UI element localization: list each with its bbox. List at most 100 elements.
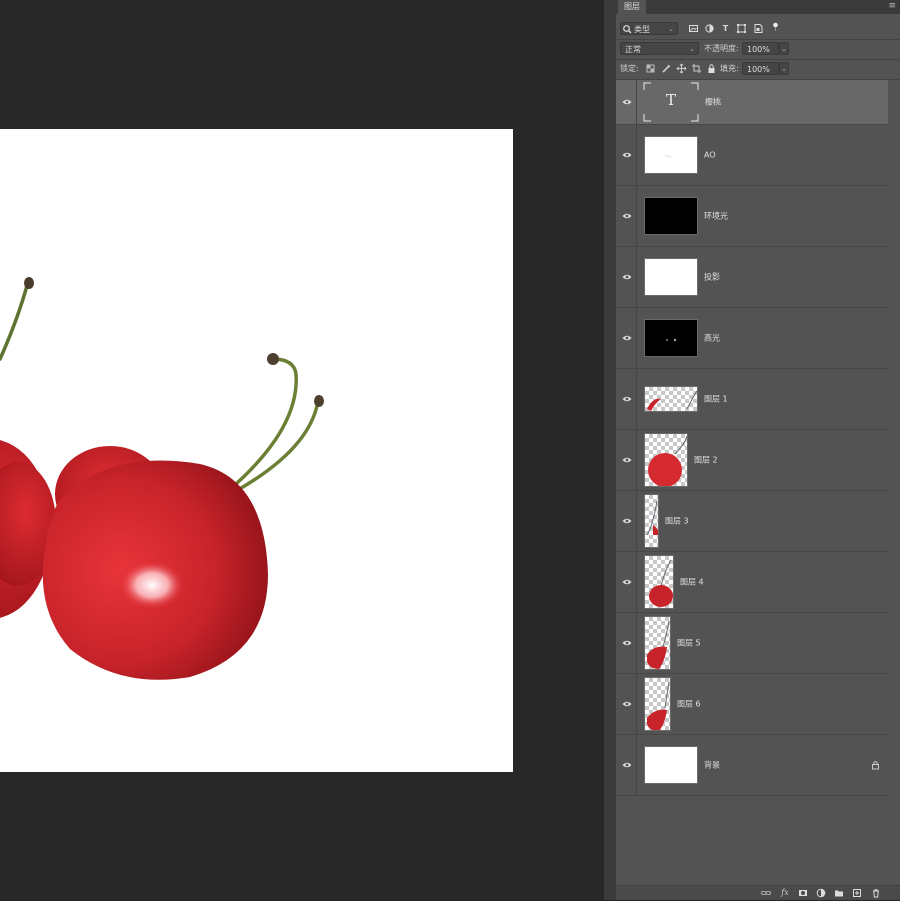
panel-tab-bar: 图层 ≡ [616, 0, 900, 14]
layers-bottom-toolbar: fx [616, 885, 900, 900]
fill-dropdown-button[interactable]: ⌄ [779, 62, 789, 75]
layer-name[interactable]: AO [704, 151, 716, 160]
highlight-thumbnail-marks [666, 338, 677, 342]
lock-icon[interactable] [871, 761, 880, 770]
layer-row-图层-6[interactable]: 图层 6 [616, 674, 888, 735]
layer-thumbnail[interactable] [644, 136, 698, 174]
panel-menu-icon[interactable]: ≡ [888, 2, 896, 11]
layer-row-环境光[interactable]: 环境光 [616, 186, 888, 247]
delete-layer-icon[interactable] [871, 888, 881, 898]
visibility-eye-icon[interactable] [622, 762, 632, 769]
filter-kind-select[interactable]: 类型 ⌄ [620, 22, 678, 35]
layer-name[interactable]: 环境光 [704, 211, 728, 222]
layer-thumbnail[interactable] [644, 616, 671, 670]
text-layer-thumbnail[interactable]: T [643, 82, 699, 122]
layer-name[interactable]: 图层 2 [694, 455, 718, 466]
smart-object-filter-icon[interactable] [753, 23, 764, 34]
layer-name[interactable]: 图层 5 [677, 638, 701, 649]
fill-value: 100% [747, 65, 770, 74]
layer-thumbnail[interactable] [644, 555, 674, 609]
layer-row-高光[interactable]: 高光 [616, 308, 888, 369]
chevron-down-icon: ⌄ [689, 45, 695, 53]
visibility-eye-icon[interactable] [622, 99, 632, 106]
filter-toggle-icon[interactable] [770, 21, 781, 32]
search-icon [622, 24, 633, 35]
layer-thumbnail[interactable] [644, 197, 698, 235]
layer-row-投影[interactable]: 投影 [616, 247, 888, 308]
layer-thumbnail[interactable] [644, 319, 698, 357]
adjustment-layer-icon[interactable] [816, 888, 826, 898]
divider [636, 125, 637, 185]
layer-thumbnail[interactable] [644, 433, 688, 487]
lock-position-icon[interactable] [676, 63, 687, 74]
fill-label: 填充: [720, 64, 739, 73]
layer-list: T 樱桃 AO 环境光 投影 高光 图层 1 图层 2 图层 3 图层 4 图层… [616, 80, 888, 796]
image-filter-icon[interactable] [688, 23, 699, 34]
visibility-eye-icon[interactable] [622, 457, 632, 464]
layer-row-背景[interactable]: 背景 [616, 735, 888, 796]
lock-image-pixels-icon[interactable] [661, 63, 672, 74]
layer-filter-row: 类型 ⌄ T [616, 20, 900, 38]
new-group-icon[interactable] [834, 888, 844, 898]
layer-name[interactable]: 背景 [704, 760, 720, 771]
new-layer-icon[interactable] [852, 888, 862, 898]
divider [636, 308, 637, 368]
lock-fill-row: 锁定: 填充: 100% ⌄ [616, 60, 900, 78]
lock-artboard-icon[interactable] [691, 63, 702, 74]
lock-all-icon[interactable] [706, 63, 717, 74]
link-layers-icon[interactable] [761, 888, 771, 898]
layer-row-ao[interactable]: AO [616, 125, 888, 186]
divider [636, 369, 637, 429]
opacity-label: 不透明度: [704, 44, 739, 53]
layer-thumbnail[interactable] [644, 386, 698, 412]
text-filter-icon[interactable]: T [720, 23, 731, 34]
opacity-input[interactable]: 100% [742, 42, 779, 55]
canvas-workspace[interactable] [0, 0, 604, 900]
fx-icon[interactable]: fx [780, 888, 790, 898]
layer-row-樱桃[interactable]: T 樱桃 [616, 80, 888, 125]
layer-row-图层-1[interactable]: 图层 1 [616, 369, 888, 430]
visibility-eye-icon[interactable] [622, 396, 632, 403]
cherry-thumbnail [646, 500, 658, 536]
opacity-dropdown-button[interactable]: ⌄ [779, 42, 789, 55]
divider [636, 491, 637, 551]
document-canvas[interactable] [0, 129, 513, 772]
divider [636, 80, 637, 124]
layer-name[interactable]: 图层 6 [677, 699, 701, 710]
layer-thumbnail[interactable] [644, 746, 698, 784]
adjustment-filter-icon[interactable] [704, 23, 715, 34]
layer-name[interactable]: 樱桃 [705, 97, 721, 108]
layer-thumbnail[interactable] [644, 494, 659, 548]
layer-name[interactable]: 图层 3 [665, 516, 689, 527]
visibility-eye-icon[interactable] [622, 579, 632, 586]
visibility-eye-icon[interactable] [622, 701, 632, 708]
cherry-thumbnail [647, 681, 670, 730]
fill-input[interactable]: 100% [742, 62, 779, 75]
layer-name[interactable]: 投影 [704, 272, 720, 283]
tab-layers[interactable]: 图层 [618, 0, 646, 14]
visibility-eye-icon[interactable] [622, 152, 632, 159]
layer-name[interactable]: 图层 4 [680, 577, 704, 588]
layer-name[interactable]: 图层 1 [704, 394, 728, 405]
divider [636, 430, 637, 490]
lock-transparent-pixels-icon[interactable] [645, 63, 656, 74]
layer-row-图层-2[interactable]: 图层 2 [616, 430, 888, 491]
layer-row-图层-3[interactable]: 图层 3 [616, 491, 888, 552]
blend-mode-select[interactable]: 正常 ⌄ [620, 42, 699, 55]
visibility-eye-icon[interactable] [622, 640, 632, 647]
shape-filter-icon[interactable] [736, 23, 747, 34]
layer-row-图层-4[interactable]: 图层 4 [616, 552, 888, 613]
layer-name[interactable]: 高光 [704, 333, 720, 344]
visibility-eye-icon[interactable] [622, 518, 632, 525]
cherry-thumbnail [648, 435, 687, 486]
visibility-eye-icon[interactable] [622, 213, 632, 220]
cherry-artwork [0, 277, 324, 680]
layer-thumbnail[interactable] [644, 677, 671, 731]
layer-row-图层-5[interactable]: 图层 5 [616, 613, 888, 674]
lock-label: 锁定: [620, 64, 639, 73]
visibility-eye-icon[interactable] [622, 335, 632, 342]
blend-opacity-row: 正常 ⌄ 不透明度: 100% ⌄ [616, 40, 900, 58]
add-mask-icon[interactable] [798, 888, 808, 898]
layer-thumbnail[interactable] [644, 258, 698, 296]
visibility-eye-icon[interactable] [622, 274, 632, 281]
